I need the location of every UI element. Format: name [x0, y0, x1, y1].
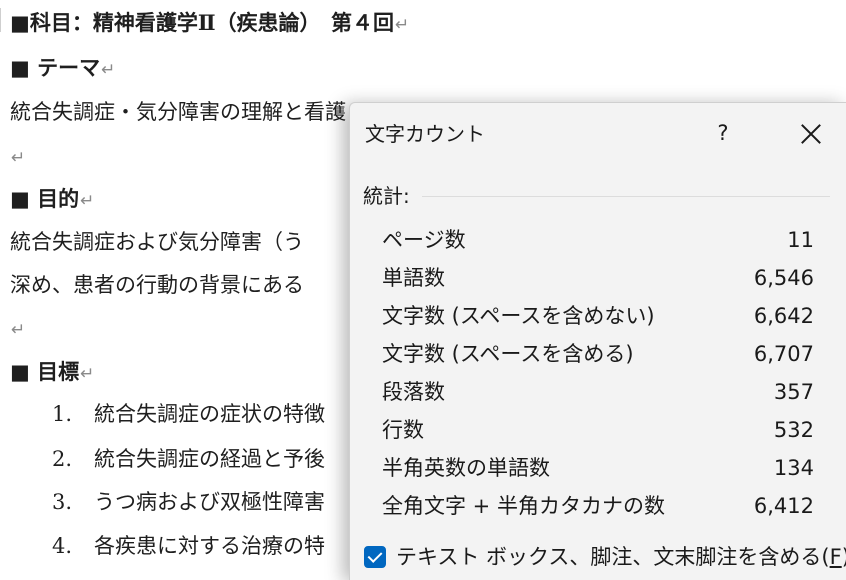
stat-label: 段落数 [382, 380, 445, 404]
checkbox-label-text: テキスト ボックス、脚注、文末脚注を含める( [396, 545, 830, 569]
goal-text: うつ病および双極性障害 [94, 490, 325, 514]
stat-row-fullwidth-chars: 全角文字 + 半角カタカナの数 6,412 [382, 487, 814, 525]
heading-purpose: ■ 目的↵ [10, 184, 94, 216]
paragraph-mark: ↵ [101, 60, 116, 80]
paragraph-mark: ↵ [11, 148, 26, 168]
stat-label: 半角英数の単語数 [382, 456, 550, 480]
stat-label: 行数 [382, 418, 424, 442]
stat-row-words: 単語数 6,546 [382, 259, 814, 297]
stat-row-halfwidth-words: 半角英数の単語数 134 [382, 449, 814, 487]
section-divider [422, 196, 830, 197]
goal-text: 統合失調症の経過と予後 [94, 447, 325, 471]
stat-value: 357 [773, 380, 814, 404]
stat-label: 単語数 [382, 266, 445, 290]
heading-purpose-text: ■ 目的 [10, 186, 80, 211]
theme-text: 統合失調症・気分障害の理解と看護 [10, 100, 346, 124]
stat-value: 532 [773, 418, 814, 442]
goal-item: 2. 統合失調症の経過と予後 [10, 444, 325, 474]
heading-theme: ■ テーマ↵ [10, 53, 115, 85]
paragraph-mark: ↵ [80, 191, 95, 211]
stat-label: 全角文字 + 半角カタカナの数 [382, 494, 665, 518]
stat-row-pages: ページ数 11 [382, 221, 814, 259]
stat-row-chars-with-spaces: 文字数 (スペースを含める) 6,707 [382, 335, 814, 373]
goal-number: 4. [52, 534, 73, 558]
goal-number: 2. [52, 447, 73, 471]
heading-goals: ■ 目標↵ [10, 357, 94, 389]
include-textboxes-footnotes-checkbox[interactable]: テキスト ボックス、脚注、文末脚注を含める(F) [364, 540, 846, 574]
stat-row-lines: 行数 532 [382, 411, 814, 449]
stat-value: 6,707 [753, 342, 814, 366]
stat-value: 6,642 [753, 304, 814, 328]
paragraph-mark: ↵ [11, 320, 26, 340]
stat-value: 6,412 [753, 494, 814, 518]
empty-paragraph: ↵ [10, 141, 25, 173]
stat-label: 文字数 (スペースを含める) [382, 342, 634, 366]
heading-goals-text: ■ 目標 [10, 359, 80, 384]
goal-number: 1. [52, 402, 73, 426]
checkbox-label-end: ) [842, 545, 846, 569]
goal-item: 4. 各疾患に対する治療の特 [10, 531, 325, 561]
goal-text: 各疾患に対する治療の特 [94, 534, 325, 558]
stat-value: 6,546 [753, 266, 814, 290]
heading-theme-text: ■ テーマ [10, 55, 101, 80]
stat-value: 134 [773, 456, 814, 480]
accelerator-key: F [829, 545, 842, 569]
stat-row-chars-no-spaces: 文字数 (スペースを含めない) 6,642 [382, 297, 814, 335]
document-title-text: ■科目：精神看護学Ⅱ（疾患論） 第４回 [10, 10, 395, 35]
stat-label: ページ数 [382, 228, 466, 252]
checkbox-label: テキスト ボックス、脚注、文末脚注を含める(F) [396, 540, 846, 574]
stat-row-paragraphs: 段落数 357 [382, 373, 814, 411]
purpose-line-1: 統合失調症および気分障害（う [10, 230, 304, 254]
empty-paragraph: ↵ [10, 313, 25, 345]
goal-number: 3. [52, 490, 73, 514]
statistics-label: 統計: [363, 184, 410, 208]
stat-label: 文字数 (スペースを含めない) [382, 304, 655, 328]
goal-text: 統合失調症の症状の特徴 [94, 402, 325, 426]
stat-value: 11 [787, 228, 814, 252]
paragraph-mark: ↵ [395, 15, 410, 35]
word-count-dialog[interactable]: 文字カウント ? 統計: ページ数 11 単語数 6,546 文字数 (スペース… [349, 102, 846, 580]
text-cursor [0, 8, 1, 32]
goal-item: 1. 統合失調症の症状の特徴 [10, 399, 325, 429]
close-icon[interactable] [796, 119, 826, 149]
paragraph-mark: ↵ [80, 364, 95, 384]
help-button[interactable]: ? [708, 118, 738, 148]
goal-item: 3. うつ病および双極性障害 [10, 487, 325, 517]
document-title: ■科目：精神看護学Ⅱ（疾患論） 第４回↵ [10, 8, 409, 40]
purpose-line-2: 深め、患者の行動の背景にある [10, 273, 304, 297]
checkbox-checked-icon[interactable] [364, 546, 386, 568]
dialog-title: 文字カウント [365, 122, 485, 146]
